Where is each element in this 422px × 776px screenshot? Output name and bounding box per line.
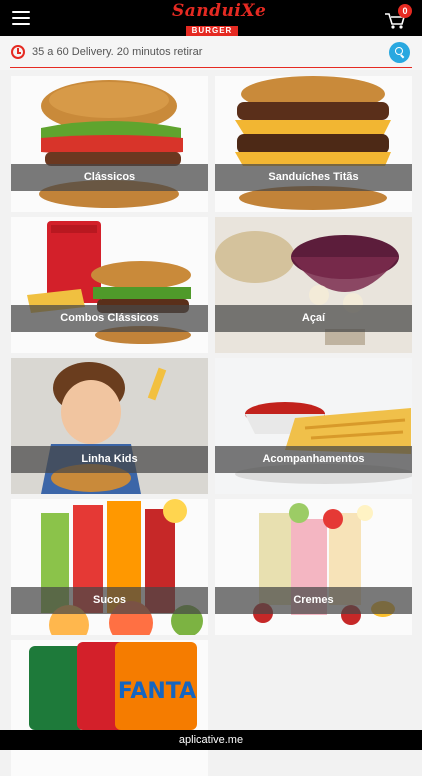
category-tile-bebidas[interactable]: FANTA	[11, 640, 208, 776]
search-button[interactable]	[389, 42, 410, 63]
category-label: Clássicos	[11, 164, 208, 191]
cart-count-badge: 0	[398, 4, 412, 18]
category-label: Sanduíches Titãs	[215, 164, 412, 191]
delivery-info: 35 a 60 Delivery. 20 minutos retirar	[32, 46, 203, 58]
category-label: Combos Clássicos	[11, 305, 208, 332]
sodas-image: FANTA	[11, 640, 208, 776]
brand-art: FANTA	[118, 679, 196, 704]
category-tile-cremes[interactable]: Cremes	[215, 499, 412, 635]
category-label: Sucos	[11, 587, 208, 614]
menu-icon[interactable]	[12, 11, 30, 25]
category-tile-acai[interactable]: Açaí	[215, 217, 412, 353]
category-label: Açaí	[215, 305, 412, 332]
footer: aplicative.me	[0, 730, 422, 750]
logo-subtitle: BURGER	[185, 26, 239, 36]
category-tile-acompanhamentos[interactable]: Acompanhamentos	[215, 358, 412, 494]
category-label: Acompanhamentos	[215, 446, 412, 473]
acai-image	[215, 217, 412, 353]
top-bar: SanduiXe BURGER 0	[0, 0, 422, 36]
burger-image	[215, 76, 412, 212]
cremes-image	[215, 499, 412, 635]
fries-image	[215, 358, 412, 494]
category-label: Cremes	[215, 587, 412, 614]
logo-wordmark: SanduiXe	[172, 1, 267, 21]
combo-image	[11, 217, 208, 353]
category-tile-combos-classicos[interactable]: Combos Clássicos	[11, 217, 208, 353]
app-logo: SanduiXe BURGER	[172, 1, 267, 36]
divider	[10, 67, 412, 68]
category-tile-sanduiches-titas[interactable]: Sanduíches Titãs	[215, 76, 412, 212]
clock-icon	[11, 45, 25, 59]
kids-image	[11, 358, 208, 494]
category-tile-linha-kids[interactable]: Linha Kids	[11, 358, 208, 494]
cart-button[interactable]: 0	[382, 4, 412, 32]
burger-image	[11, 76, 208, 212]
category-tile-classicos[interactable]: Clássicos	[11, 76, 208, 212]
category-label: Linha Kids	[11, 446, 208, 473]
juices-image	[11, 499, 208, 635]
category-tile-sucos[interactable]: Sucos	[11, 499, 208, 635]
